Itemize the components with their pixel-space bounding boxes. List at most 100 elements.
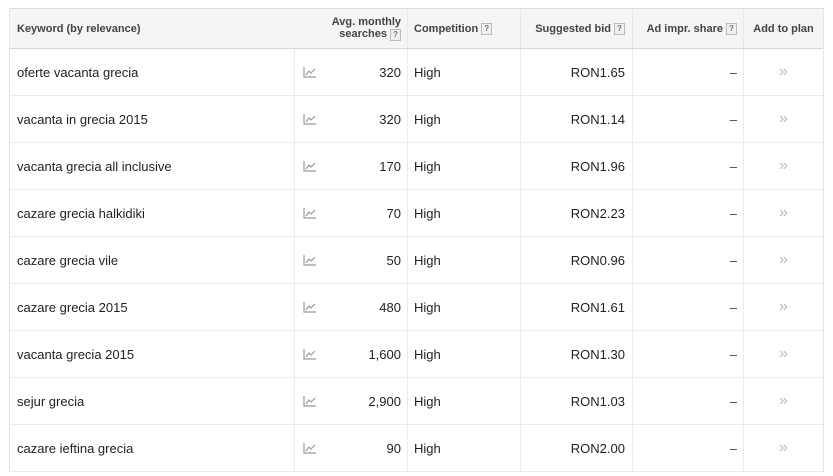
competition-cell: High <box>407 425 520 471</box>
suggested-bid-cell: RON0.96 <box>520 237 632 283</box>
trend-chart-icon[interactable] <box>302 254 317 266</box>
competition-value: High <box>414 158 441 174</box>
keyword-cell: vacanta grecia all inclusive <box>10 143 294 189</box>
trend-cell <box>294 190 324 236</box>
suggested-bid-cell: RON1.14 <box>520 96 632 142</box>
add-to-plan-icon[interactable]: » <box>779 251 788 269</box>
competition-value: High <box>414 64 441 80</box>
add-to-plan-icon[interactable]: » <box>779 439 788 457</box>
add-to-plan-icon[interactable]: » <box>779 63 788 81</box>
add-to-plan-icon[interactable]: » <box>779 204 788 222</box>
add-to-plan-cell: » <box>743 378 823 424</box>
trend-cell <box>294 425 324 471</box>
avg-searches-cell: 480 <box>324 284 407 330</box>
suggested-bid-value: RON1.03 <box>570 393 625 409</box>
add-to-plan-icon[interactable]: » <box>779 392 788 410</box>
competition-cell: High <box>407 190 520 236</box>
add-to-plan-icon[interactable]: » <box>779 298 788 316</box>
suggested-bid-cell: RON2.23 <box>520 190 632 236</box>
suggested-bid-value: RON1.96 <box>570 158 625 174</box>
suggested-bid-value: RON2.00 <box>570 440 625 456</box>
column-header-keyword-label: Keyword (by relevance) <box>17 22 141 35</box>
trend-cell <box>294 143 324 189</box>
competition-cell: High <box>407 143 520 189</box>
trend-cell <box>294 284 324 330</box>
avg-searches-cell: 320 <box>324 96 407 142</box>
trend-chart-icon[interactable] <box>302 348 317 360</box>
table-row: vacanta grecia all inclusive 170 High RO… <box>10 143 823 190</box>
avg-searches-value: 2,900 <box>368 393 401 409</box>
table-row: sejur grecia 2,900 High RON1.03 – » <box>10 378 823 425</box>
add-to-plan-icon[interactable]: » <box>779 345 788 363</box>
avg-searches-cell: 170 <box>324 143 407 189</box>
table-row: cazare grecia halkidiki 70 High RON2.23 … <box>10 190 823 237</box>
add-to-plan-cell: » <box>743 284 823 330</box>
avg-searches-value: 90 <box>386 440 401 456</box>
competition-header-label: Competition <box>414 22 479 35</box>
table-row: vacanta grecia 2015 1,600 High RON1.30 –… <box>10 331 823 378</box>
suggested-bid-header-label: Suggested bid <box>535 22 611 35</box>
avg-searches-cell: 90 <box>324 425 407 471</box>
trend-cell <box>294 96 324 142</box>
trend-chart-icon[interactable] <box>302 207 317 219</box>
ad-impr-share-cell: – <box>632 378 743 424</box>
add-to-plan-cell: » <box>743 237 823 283</box>
competition-cell: High <box>407 96 520 142</box>
competition-value: High <box>414 205 441 221</box>
table-row: cazare ieftina grecia 90 High RON2.00 – … <box>10 425 823 472</box>
suggested-bid-cell: RON1.30 <box>520 331 632 377</box>
avg-searches-cell: 2,900 <box>324 378 407 424</box>
trend-chart-icon[interactable] <box>302 442 317 454</box>
ad-impr-share-cell: – <box>632 96 743 142</box>
trend-chart-icon[interactable] <box>302 395 317 407</box>
avg-header-line1: Avg. monthly <box>331 16 401 29</box>
suggested-bid-value: RON1.65 <box>570 64 625 80</box>
ad-impr-share-cell: – <box>632 425 743 471</box>
competition-value: High <box>414 111 441 127</box>
keyword-text: sejur grecia <box>17 393 85 409</box>
suggested-bid-value: RON0.96 <box>570 252 625 268</box>
column-header-suggested-bid[interactable]: Suggested bid? <box>520 9 632 48</box>
table-header: Keyword (by relevance) Avg. monthly sear… <box>10 8 823 49</box>
avg-searches-value: 50 <box>386 252 401 268</box>
avg-searches-value: 1,600 <box>368 346 401 362</box>
suggested-bid-cell: RON1.65 <box>520 49 632 95</box>
competition-cell: High <box>407 237 520 283</box>
help-icon[interactable]: ? <box>390 28 401 41</box>
help-icon[interactable]: ? <box>481 22 493 35</box>
trend-chart-icon[interactable] <box>302 301 317 313</box>
keyword-cell: oferte vacanta grecia <box>10 49 294 95</box>
column-header-avg-monthly-searches[interactable]: Avg. monthly searches? <box>324 9 407 48</box>
keyword-text: cazare grecia vile <box>17 252 119 268</box>
avg-searches-value: 480 <box>379 299 401 315</box>
avg-searches-value: 320 <box>379 64 401 80</box>
column-header-keyword[interactable]: Keyword (by relevance) <box>10 9 324 48</box>
trend-cell <box>294 237 324 283</box>
ad-impr-share-value: – <box>729 205 737 221</box>
column-header-competition[interactable]: Competition? <box>407 9 520 48</box>
suggested-bid-cell: RON1.96 <box>520 143 632 189</box>
add-to-plan-cell: » <box>743 190 823 236</box>
column-header-ad-impr-share[interactable]: Ad impr. share? <box>632 9 743 48</box>
suggested-bid-value: RON1.30 <box>570 346 625 362</box>
help-icon[interactable]: ? <box>726 22 737 35</box>
avg-searches-cell: 320 <box>324 49 407 95</box>
trend-chart-icon[interactable] <box>302 160 317 172</box>
competition-value: High <box>414 252 441 268</box>
ad-impr-share-cell: – <box>632 237 743 283</box>
help-icon[interactable]: ? <box>614 22 625 35</box>
keyword-cell: vacanta grecia 2015 <box>10 331 294 377</box>
add-to-plan-icon[interactable]: » <box>779 157 788 175</box>
add-to-plan-icon[interactable]: » <box>779 110 788 128</box>
trend-chart-icon[interactable] <box>302 113 317 125</box>
keyword-text: cazare grecia 2015 <box>17 299 128 315</box>
keyword-text: vacanta grecia 2015 <box>17 346 135 362</box>
ad-impr-share-cell: – <box>632 49 743 95</box>
suggested-bid-value: RON2.23 <box>570 205 625 221</box>
trend-chart-icon[interactable] <box>302 66 317 78</box>
competition-cell: High <box>407 284 520 330</box>
keyword-cell: cazare grecia vile <box>10 237 294 283</box>
ad-impr-share-value: – <box>729 346 737 362</box>
competition-value: High <box>414 393 441 409</box>
keyword-text: vacanta grecia all inclusive <box>17 158 172 174</box>
